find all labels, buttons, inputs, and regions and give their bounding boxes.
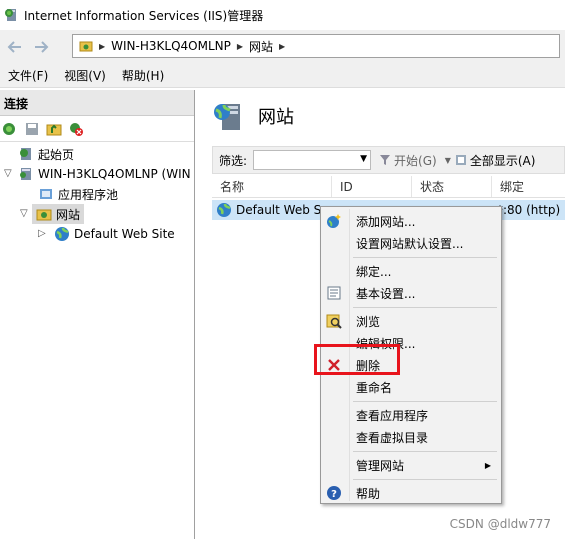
show-all-icon — [455, 155, 466, 165]
menu-item-label: 基本设置... — [356, 286, 416, 301]
menu-item-manage-site[interactable]: 管理网站 ▶ — [321, 454, 501, 476]
window-title: Internet Information Services (IIS)管理器 — [24, 8, 264, 23]
start-filter-button[interactable]: 开始(G) — [379, 152, 437, 169]
menu-item-label: 添加网站... — [356, 214, 416, 229]
connections-pane: 连接 起始页 ▽ WIN-H3KLQ4OMLNP (WIN 应用程序池 ▽ 网站… — [0, 90, 195, 539]
iis-app-icon — [5, 9, 16, 21]
disconnect-icon[interactable] — [68, 121, 84, 137]
tree-label: 起始页 — [38, 147, 75, 162]
title-bar: Internet Information Services (IIS)管理器 — [0, 0, 565, 30]
tree-node-default-web-site[interactable]: Default Web Site — [54, 224, 175, 244]
basic-settings-icon — [327, 286, 341, 300]
menu-item-label: 查看虚拟目录 — [356, 430, 429, 445]
sites-folder-icon — [36, 209, 52, 221]
tree-node-sites[interactable]: 网站 — [32, 204, 85, 224]
menu-bar: 文件(F) 视图(V) 帮助(H) — [0, 64, 565, 88]
dropdown-arrow-icon[interactable]: ▼ — [360, 154, 367, 164]
server-icon — [20, 168, 31, 180]
collapse-arrow-icon[interactable]: ▽ — [4, 168, 12, 179]
funnel-icon — [380, 155, 391, 165]
connect-icon[interactable] — [2, 121, 18, 137]
menu-item-label: 绑定... — [356, 264, 392, 279]
show-all-button[interactable]: ▼ 全部显示(A) — [445, 152, 536, 169]
page-title: 网站 — [258, 107, 294, 128]
delete-highlight-box — [314, 344, 400, 375]
menu-separator — [353, 451, 497, 452]
column-name[interactable]: 名称 — [212, 176, 332, 197]
filter-label: 筛选: — [219, 153, 248, 168]
menu-item-help[interactable]: ? 帮助 — [321, 482, 501, 504]
add-site-icon — [327, 214, 341, 228]
menu-item-bindings[interactable]: 绑定... — [321, 260, 501, 282]
menu-item-view-applications[interactable]: 查看应用程序 — [321, 404, 501, 426]
watermark: CSDN @dldw777 — [449, 517, 551, 531]
breadcrumb-sites[interactable]: 网站 — [249, 38, 273, 55]
tree-label: 应用程序池 — [58, 187, 119, 202]
back-button[interactable] — [4, 36, 26, 58]
breadcrumb-separator: ▶ — [279, 41, 286, 51]
menu-item-label: 浏览 — [356, 314, 381, 329]
menu-help[interactable]: 帮助(H) — [114, 67, 172, 84]
menu-item-label: 帮助 — [356, 486, 381, 501]
list-header: 名称 ID 状态 绑定 — [212, 176, 565, 198]
app-pool-icon — [40, 189, 52, 199]
address-bar[interactable]: ▶ WIN-H3KLQ4OMLNP ▶ 网站 ▶ — [72, 34, 560, 58]
menu-separator — [353, 401, 497, 402]
forward-arrow-icon — [35, 41, 49, 53]
globe-icon — [55, 227, 69, 241]
menu-item-basic-settings[interactable]: 基本设置... — [321, 282, 501, 304]
menu-item-label: 查看应用程序 — [356, 408, 429, 423]
filter-input[interactable]: ▼ — [253, 150, 372, 170]
column-id[interactable]: ID — [332, 176, 412, 197]
menu-view[interactable]: 视图(V) — [56, 67, 114, 84]
menu-item-add-site[interactable]: 添加网站... — [321, 210, 501, 232]
start-label: 开始(G) — [394, 153, 437, 168]
submenu-arrow-icon: ▶ — [484, 460, 491, 470]
menu-item-site-defaults[interactable]: 设置网站默认设置... — [321, 232, 501, 254]
dropdown-arrow-icon: ▼ — [444, 155, 451, 165]
menu-item-label: 管理网站 — [356, 458, 405, 473]
tree-node-server[interactable]: WIN-H3KLQ4OMLNP (WIN — [18, 164, 191, 184]
breadcrumb-server[interactable]: WIN-H3KLQ4OMLNP — [111, 39, 231, 53]
tree-node-start-page[interactable]: 起始页 — [18, 144, 74, 164]
filter-bar: 筛选: ▼ 开始(G) ▼ 全部显示(A) — [212, 146, 565, 174]
column-binding[interactable]: 绑定 — [492, 176, 565, 197]
folder-icon — [79, 41, 93, 52]
page-header: 网站 — [212, 100, 294, 132]
connections-toolbar — [0, 116, 194, 142]
menu-item-label: 重命名 — [356, 380, 393, 395]
svg-text:?: ? — [331, 489, 337, 500]
help-icon: ? — [327, 486, 341, 500]
tree-label: 网站 — [56, 207, 81, 222]
menu-item-browse[interactable]: 浏览 — [321, 310, 501, 332]
menu-item-view-virtual-dirs[interactable]: 查看虚拟目录 — [321, 426, 501, 448]
sites-large-icon — [214, 104, 240, 130]
menu-separator — [353, 257, 497, 258]
tree-label: WIN-H3KLQ4OMLNP (WIN — [38, 167, 191, 181]
up-folder-icon[interactable] — [46, 121, 62, 137]
tree-label: Default Web Site — [74, 227, 175, 241]
connections-header: 连接 — [0, 90, 194, 116]
collapse-arrow-icon[interactable]: ▽ — [20, 208, 28, 219]
show-all-label: 全部显示(A) — [469, 153, 536, 168]
globe-icon — [217, 203, 231, 217]
menu-file[interactable]: 文件(F) — [0, 67, 56, 84]
browse-icon — [326, 314, 342, 329]
forward-button[interactable] — [30, 36, 52, 58]
row-binding: *:80 (http) — [497, 203, 561, 217]
menu-separator — [353, 479, 497, 480]
menu-item-rename[interactable]: 重命名 — [321, 376, 501, 398]
menu-item-label: 设置网站默认设置... — [356, 236, 464, 251]
save-icon[interactable] — [24, 121, 40, 137]
breadcrumb-separator: ▶ — [99, 41, 106, 51]
back-arrow-icon — [7, 41, 21, 53]
menu-separator — [353, 307, 497, 308]
navigation-bar: ▶ WIN-H3KLQ4OMLNP ▶ 网站 ▶ — [0, 30, 565, 64]
breadcrumb-separator: ▶ — [236, 41, 244, 51]
expand-arrow-icon[interactable]: ▷ — [38, 228, 46, 239]
column-status[interactable]: 状态 — [412, 176, 492, 197]
tree-node-app-pools[interactable]: 应用程序池 — [38, 184, 118, 204]
start-page-icon — [20, 148, 31, 160]
